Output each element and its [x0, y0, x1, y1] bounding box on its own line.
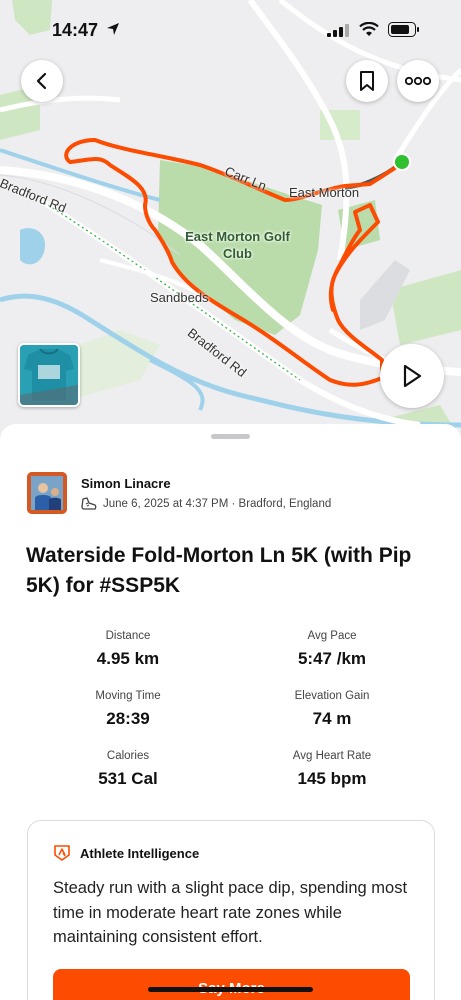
golf-club-line1: East Morton Golf [185, 229, 290, 244]
athlete-intelligence-summary: Steady run with a slight pace dip, spend… [53, 879, 408, 946]
stat-avg-pace-value: 5:47 /km [297, 649, 367, 668]
stat-calories-value: 531 Cal [98, 769, 158, 788]
bookmark-icon [360, 71, 374, 91]
back-button[interactable] [21, 60, 63, 102]
stat-moving-time-value: 28:39 [106, 709, 150, 728]
stat-elevation-gain: Elevation Gain 74 m [232, 690, 432, 729]
stat-avg-pace-label: Avg Pace [307, 630, 357, 642]
athlete-intelligence-label: Athlete Intelligence [80, 845, 200, 861]
status-bar: 14:47 [0, 0, 461, 50]
athlete-intelligence-card: Athlete Intelligence Steady run with a s… [27, 820, 435, 1000]
athlete-name[interactable]: Simon Linacre [81, 476, 171, 491]
battery-icon [388, 22, 419, 37]
map-label-east-morton: East Morton [289, 185, 360, 200]
activity-sheet: Simon Linacre June 6, 2025 at 4:37 PM · … [0, 424, 461, 1000]
stat-heart-rate-label: Avg Heart Rate [292, 750, 372, 762]
athlete-intelligence-header: Athlete Intelligence [53, 844, 199, 862]
map-label-sandbeds: Sandbeds [150, 290, 209, 305]
route-map[interactable]: Carr Ln East Morton East Morton Golf Clu… [0, 0, 461, 440]
stat-heart-rate-value: 145 bpm [297, 769, 367, 788]
shoe-icon [81, 497, 97, 510]
more-options-button[interactable] [397, 60, 439, 102]
status-time: 14:47 [52, 20, 99, 40]
stat-distance-value: 4.95 km [96, 649, 160, 668]
stat-avg-pace: Avg Pace 5:47 /km [232, 630, 432, 669]
stat-avg-heart-rate: Avg Heart Rate 145 bpm [232, 750, 432, 789]
stat-moving-time-label: Moving Time [95, 690, 161, 702]
play-flyover-button[interactable] [380, 344, 444, 408]
activity-photo-thumbnail[interactable] [18, 343, 80, 407]
stat-elevation-value: 74 m [312, 709, 352, 728]
activity-meta: June 6, 2025 at 4:37 PM · Bradford, Engl… [81, 497, 331, 511]
location-arrow-icon [107, 23, 119, 35]
chevron-left-icon [36, 72, 47, 90]
wifi-icon [359, 22, 379, 36]
golf-club-line2: Club [223, 246, 252, 261]
home-indicator[interactable] [148, 987, 313, 992]
activity-title: Waterside Fold-Morton Ln 5K (with Pip 5K… [26, 544, 412, 597]
say-more-button[interactable]: Say More [53, 969, 410, 1000]
stat-calories-label: Calories [106, 750, 150, 762]
athlete-intelligence-icon [54, 845, 70, 861]
signal-icon [327, 24, 349, 37]
athlete-header[interactable]: Simon Linacre June 6, 2025 at 4:37 PM · … [27, 472, 427, 516]
avatar[interactable] [27, 472, 67, 514]
stat-elevation-label: Elevation Gain [294, 690, 370, 702]
stat-distance-label: Distance [105, 630, 151, 642]
play-icon [403, 364, 422, 388]
stat-calories: Calories 531 Cal [28, 750, 228, 789]
avatar-image [27, 472, 67, 514]
more-icon [405, 76, 431, 86]
stat-moving-time: Moving Time 28:39 [28, 690, 228, 729]
photo-thumbnail-image [20, 345, 78, 405]
stat-distance: Distance 4.95 km [28, 630, 228, 669]
map-label-golf-club: East Morton Golf Club [175, 228, 300, 262]
activity-date-location: June 6, 2025 at 4:37 PM · Bradford, Engl… [103, 498, 332, 510]
sheet-drag-handle[interactable] [211, 434, 250, 439]
bookmark-button[interactable] [346, 60, 388, 102]
